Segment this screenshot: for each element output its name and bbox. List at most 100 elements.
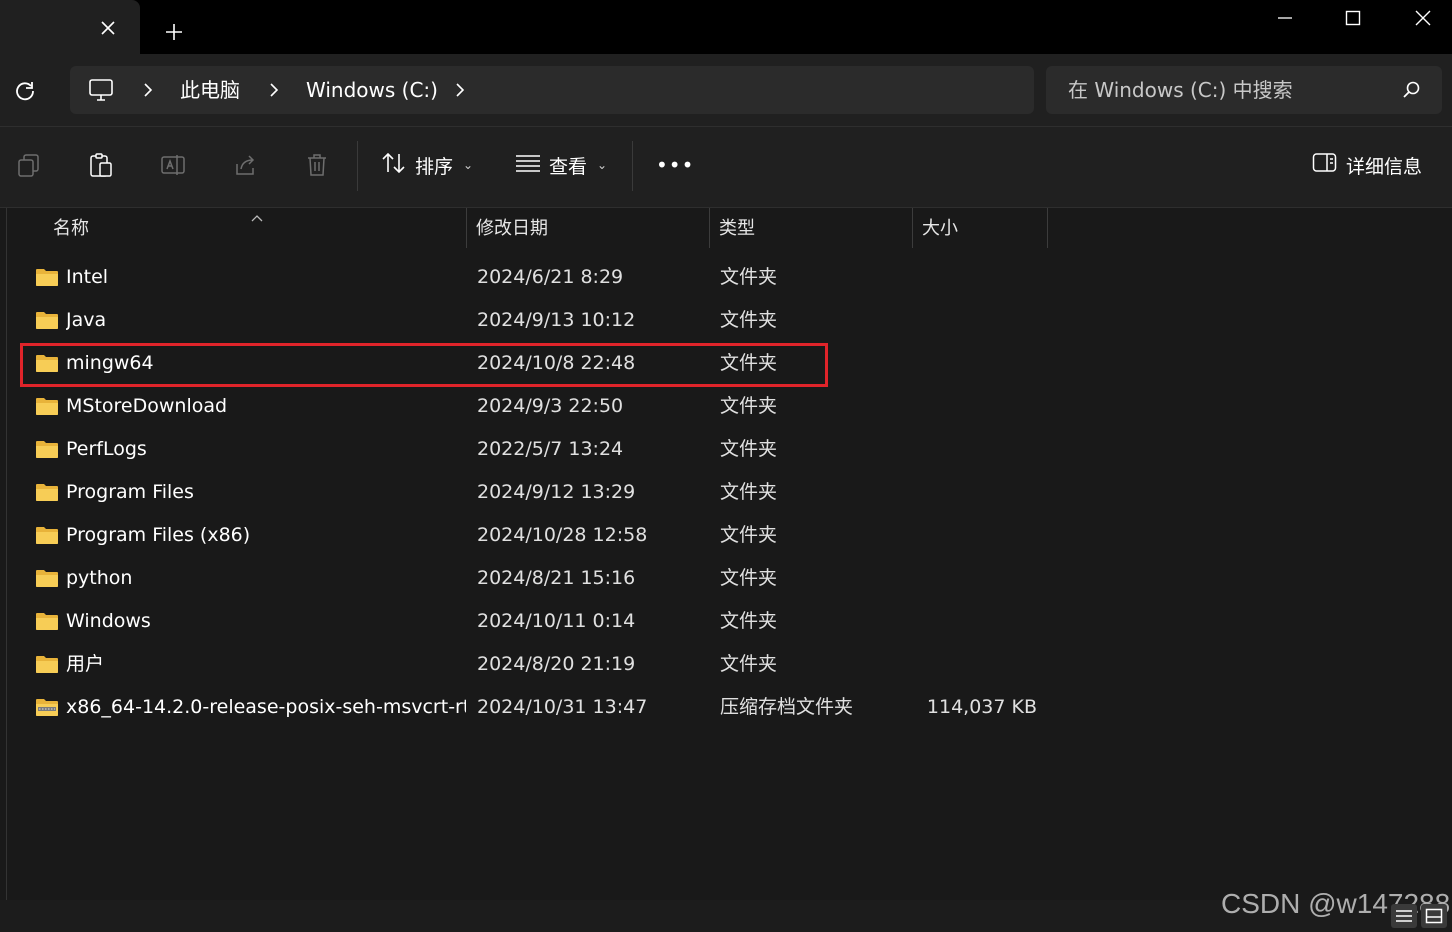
- file-date: 2024/9/12 13:29: [477, 481, 636, 503]
- more-button[interactable]: •••: [656, 149, 694, 181]
- address-row: 此电脑 Windows (C:) 在 Windows (C:) 中搜索: [0, 54, 1452, 127]
- command-bar: 排序 ⌄ 查看 ⌄ ••• 详细信息: [0, 127, 1452, 208]
- folder-icon: [35, 569, 59, 588]
- minimize-icon[interactable]: [1250, 0, 1320, 36]
- file-date: 2024/8/20 21:19: [477, 653, 636, 675]
- toolbar-divider: [632, 141, 633, 191]
- plus-icon[interactable]: [160, 18, 188, 46]
- breadcrumb-drive[interactable]: Windows (C:): [306, 77, 438, 103]
- details-view-icon[interactable]: [1391, 904, 1417, 928]
- column-header-name[interactable]: 名称: [53, 208, 89, 250]
- file-row[interactable]: 用户 2024/8/20 21:19 文件夹: [23, 643, 1063, 686]
- file-name: Intel: [66, 266, 109, 288]
- refresh-icon[interactable]: [10, 76, 40, 106]
- file-name: Program Files: [66, 481, 194, 503]
- file-date: 2024/9/3 22:50: [477, 395, 624, 417]
- delete-icon[interactable]: [303, 151, 331, 179]
- sort-label: 排序: [415, 155, 454, 178]
- search-icon[interactable]: [1402, 80, 1422, 100]
- file-name: 用户: [66, 653, 105, 675]
- view-label: 查看: [549, 155, 588, 178]
- close-icon[interactable]: [96, 16, 120, 40]
- address-bar[interactable]: 此电脑 Windows (C:): [70, 66, 1034, 114]
- paste-icon[interactable]: [87, 151, 115, 179]
- column-divider[interactable]: [912, 208, 913, 248]
- file-row[interactable]: Java 2024/9/13 10:12 文件夹: [23, 299, 1063, 342]
- more-icon: •••: [656, 153, 695, 177]
- zip-folder-icon: [35, 698, 59, 717]
- column-header-date[interactable]: 修改日期: [476, 208, 548, 250]
- tab[interactable]: [0, 0, 140, 54]
- rename-icon[interactable]: [159, 151, 187, 179]
- column-divider[interactable]: [466, 208, 467, 248]
- file-size: 114,037 KB: [926, 696, 1037, 718]
- file-row[interactable]: Program Files 2024/9/12 13:29 文件夹: [23, 471, 1063, 514]
- file-row[interactable]: python 2024/8/21 15:16 文件夹: [23, 557, 1063, 600]
- file-name: python: [66, 567, 133, 589]
- details-pane-button[interactable]: 详细信息: [1312, 149, 1422, 181]
- file-row[interactable]: x86_64-14.2.0-release-posix-seh-msvcrt-r…: [23, 686, 1063, 729]
- share-icon[interactable]: [231, 151, 259, 179]
- column-header-size[interactable]: 大小: [922, 208, 958, 250]
- file-name: Program Files (x86): [66, 524, 251, 546]
- file-date: 2024/10/28 12:58: [477, 524, 648, 546]
- chevron-right-icon[interactable]: [452, 82, 468, 98]
- copy-icon[interactable]: [15, 151, 43, 179]
- file-type: 文件夹: [720, 610, 778, 632]
- folder-icon: [35, 268, 59, 287]
- file-name: Windows: [66, 610, 151, 632]
- details-label: 详细信息: [1346, 155, 1423, 178]
- chevron-right-icon[interactable]: [140, 82, 156, 98]
- file-row[interactable]: Windows 2024/10/11 0:14 文件夹: [23, 600, 1063, 643]
- folder-icon: [35, 483, 59, 502]
- breadcrumb-this-pc[interactable]: 此电脑: [180, 77, 240, 103]
- file-type: 文件夹: [720, 524, 778, 546]
- search-placeholder: 在 Windows (C:) 中搜索: [1068, 78, 1293, 102]
- monitor-icon[interactable]: [88, 78, 114, 102]
- search-input[interactable]: 在 Windows (C:) 中搜索: [1046, 66, 1442, 114]
- file-name: PerfLogs: [66, 438, 147, 460]
- highlight-box: [20, 343, 828, 387]
- file-type: 文件夹: [720, 481, 778, 503]
- file-row[interactable]: PerfLogs 2022/5/7 13:24 文件夹: [23, 428, 1063, 471]
- file-date: 2024/9/13 10:12: [477, 309, 636, 331]
- folder-icon: [35, 440, 59, 459]
- file-row[interactable]: Intel 2024/6/21 8:29 文件夹: [23, 256, 1063, 299]
- file-name: Java: [66, 309, 107, 331]
- folder-icon: [35, 612, 59, 631]
- file-list: 名称 修改日期 类型 大小 Intel 2024/6/21 8:29 文件夹 Java…: [6, 208, 1452, 900]
- chevron-down-icon: ⌄: [463, 158, 474, 172]
- file-type: 文件夹: [720, 438, 778, 460]
- file-date: 2024/8/21 15:16: [477, 567, 636, 589]
- column-divider[interactable]: [709, 208, 710, 248]
- file-type: 文件夹: [720, 309, 778, 331]
- folder-icon: [35, 311, 59, 330]
- tiles-view-icon[interactable]: [1421, 904, 1447, 928]
- file-row[interactable]: Program Files (x86) 2024/10/28 12:58 文件夹: [23, 514, 1063, 557]
- file-date: 2024/6/21 8:29: [477, 266, 624, 288]
- details-pane-icon: [1312, 152, 1338, 179]
- folder-icon: [35, 526, 59, 545]
- file-name: x86_64-14.2.0-release-posix-seh-msvcrt-r…: [66, 696, 466, 718]
- maximize-icon[interactable]: [1318, 0, 1388, 36]
- file-type: 文件夹: [720, 653, 778, 675]
- folder-icon: [35, 397, 59, 416]
- file-row[interactable]: MStoreDownload 2024/9/3 22:50 文件夹: [23, 385, 1063, 428]
- file-date: 2022/5/7 13:24: [477, 438, 624, 460]
- view-button[interactable]: 查看 ⌄: [515, 149, 607, 181]
- sort-icon: [381, 151, 407, 180]
- file-type: 压缩存档文件夹: [720, 696, 854, 718]
- column-divider[interactable]: [1047, 208, 1048, 248]
- close-icon[interactable]: [1388, 0, 1452, 36]
- chevron-right-icon[interactable]: [266, 82, 282, 98]
- sort-ascending-icon: [250, 208, 264, 222]
- file-type: 文件夹: [720, 395, 778, 417]
- column-header-type[interactable]: 类型: [719, 208, 755, 250]
- sort-button[interactable]: 排序 ⌄: [381, 149, 473, 181]
- toolbar-divider: [357, 141, 358, 191]
- file-type: 文件夹: [720, 266, 778, 288]
- title-bar: [0, 0, 1452, 54]
- file-date: 2024/10/11 0:14: [477, 610, 636, 632]
- file-name: MStoreDownload: [66, 395, 228, 417]
- file-date: 2024/10/31 13:47: [477, 696, 648, 718]
